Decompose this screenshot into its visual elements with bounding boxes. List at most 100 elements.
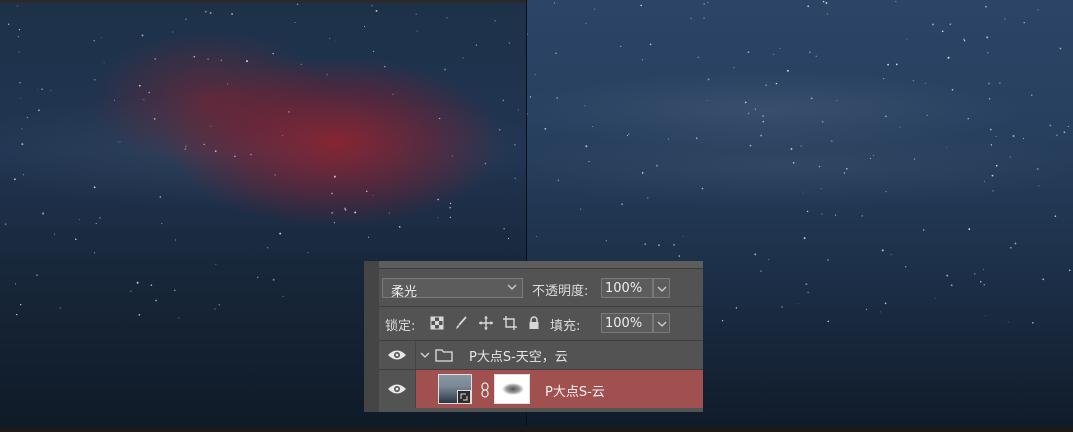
star [640,4,643,7]
star [703,17,705,19]
fill-input[interactable]: 100% [601,313,653,333]
opacity-input[interactable]: 100% [601,278,653,298]
star [141,34,144,37]
star [100,37,102,39]
star [14,178,16,181]
opacity-dropdown-button[interactable] [653,278,670,298]
star [416,30,418,32]
star [1056,134,1058,136]
star [885,115,887,117]
star [449,216,452,219]
lock-all-icon[interactable] [527,316,541,330]
star [444,68,447,71]
group-expand-chevron-icon[interactable] [420,350,430,360]
chevron-down-icon [657,321,667,327]
lock-transparent-pixels-icon[interactable] [430,316,444,330]
star [19,82,21,84]
star [517,109,519,111]
layer-mask-thumbnail[interactable] [494,374,530,404]
star [735,307,738,309]
star [449,202,452,205]
star [983,283,986,286]
star [1067,125,1069,128]
star [150,284,153,287]
chain-link-icon[interactable] [480,382,490,398]
star [821,213,823,215]
blend-mode-select[interactable]: 柔光 [382,278,523,300]
star [93,186,96,189]
star [985,314,986,316]
star [172,31,174,33]
star [815,55,817,57]
star [21,128,23,130]
star [93,78,96,81]
star [207,58,209,60]
star [227,83,229,85]
star [762,115,764,117]
fill-dropdown-button[interactable] [653,313,670,333]
star [363,25,366,28]
star [553,2,556,4]
star [21,143,24,146]
star [555,52,557,55]
star [502,99,505,102]
star [300,63,302,65]
layer-row-selected[interactable]: P大点S-云 [379,370,703,408]
star [682,235,684,237]
star [647,197,649,199]
star [626,134,628,137]
star [16,5,18,7]
divider [379,306,703,307]
lock-position-icon[interactable] [479,316,493,330]
star [744,101,747,104]
star [246,60,248,63]
smart-object-icon [457,390,471,404]
star [620,45,622,47]
star [204,10,207,13]
star [209,12,212,14]
star [827,320,829,323]
star [995,164,998,167]
layer-group-row[interactable]: P大点S-天空，云 [379,341,703,369]
star [437,217,439,219]
group-visibility-toggle[interactable] [379,341,416,369]
star [475,44,478,46]
star [20,97,22,99]
star [120,141,122,143]
star [721,320,724,322]
star [1010,246,1012,249]
lock-image-pixels-icon[interactable] [454,316,468,330]
star [747,112,750,115]
star [924,82,926,84]
star [214,150,217,153]
star [588,160,590,163]
star [37,88,39,90]
star [272,278,275,281]
star [747,51,750,53]
layer-visibility-toggle[interactable] [379,370,416,408]
star [707,78,710,81]
star [792,162,795,164]
star [326,74,328,76]
star [114,99,116,101]
star [805,283,808,286]
star [827,259,829,261]
star [15,283,17,285]
star [809,51,811,54]
star [983,268,985,270]
star [802,191,804,193]
star [446,17,448,19]
star [1012,135,1015,137]
star [193,55,196,58]
star [331,211,334,214]
star [579,208,582,210]
star [367,236,370,238]
star [644,243,647,245]
star [667,138,670,140]
star [366,190,368,192]
star [1059,47,1062,50]
lock-artboard-icon[interactable] [503,316,517,330]
star [703,3,706,5]
star [534,74,536,76]
star [535,236,537,238]
